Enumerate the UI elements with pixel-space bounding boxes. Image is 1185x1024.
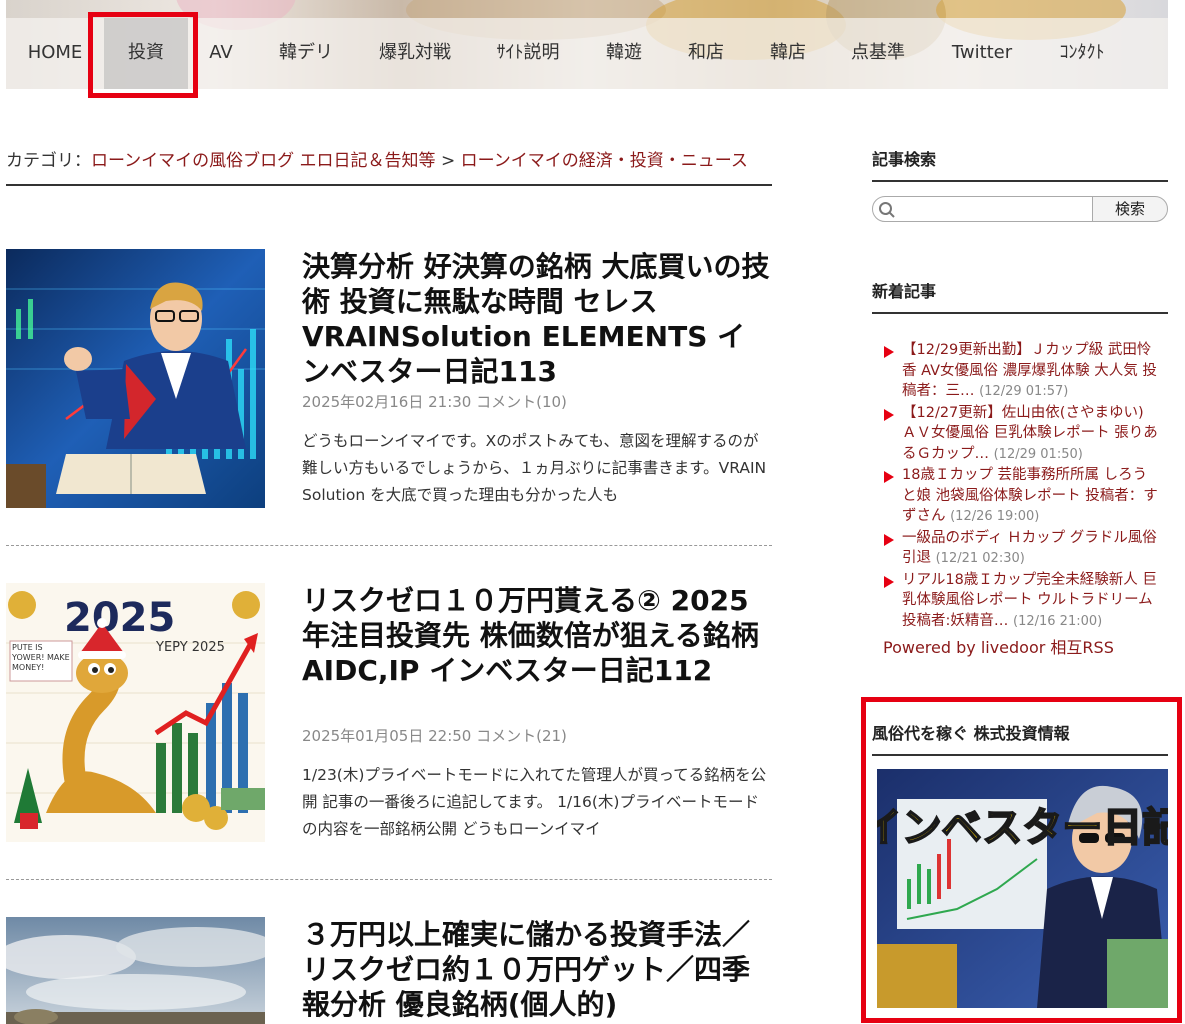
new-post-item[interactable]: リアル18歳Ｉカップ完全未経験新人 巨乳体験風俗レポート ウルトラドリーム 投稿…	[880, 570, 1160, 633]
new-post-item[interactable]: 【12/27更新】佐山由依(さやまゆい) ＡＶ女優風俗 巨乳体験レポート 張りあ…	[880, 403, 1160, 466]
article-meta: 2025年01月05日 22:50 コメント(21)	[302, 727, 567, 745]
article-excerpt: 1/23(木)プライベートモードに入れてた管理人が買ってる銘柄を公開 記事の一番…	[302, 766, 767, 838]
nav-kanmise[interactable]: 韓店	[748, 18, 828, 89]
nav-site-info[interactable]: ｻｲﾄ説明	[472, 18, 584, 89]
new-posts-list: 【12/29更新出勤】Ｊカップ級 武田怜香 AV女優風俗 濃厚爆乳体験 大人気 …	[880, 340, 1160, 632]
new-post-item[interactable]: 【12/29更新出勤】Ｊカップ級 武田怜香 AV女優風俗 濃厚爆乳体験 大人気 …	[880, 340, 1160, 403]
article-thumbnail[interactable]: 2025 PUTE IS YOWER! MAKE MONEY! YEPY 202…	[6, 583, 265, 842]
bullet-triangle-icon	[884, 575, 894, 588]
nav-bakunyu[interactable]: 爆乳対戦	[358, 18, 472, 89]
search-icon	[879, 202, 895, 218]
article-meta: 2025年02月16日 21:30 コメント(10)	[302, 393, 567, 411]
article-card: ３万円以上確実に儲かる投資手法／リスクゼロ約１０万円ゲット／四季報分析 優良銘柄…	[6, 917, 772, 1024]
article-divider	[6, 879, 772, 880]
investor-diary-banner-image: インベスター日記	[877, 769, 1168, 1008]
bullet-triangle-icon	[884, 533, 894, 546]
article-thumbnail[interactable]	[6, 249, 265, 508]
nav-av[interactable]: AV	[188, 18, 254, 89]
nav-kandeli[interactable]: 韓デリ	[254, 18, 358, 89]
bullet-triangle-icon	[884, 346, 894, 358]
thumb-year-text: 2025	[64, 595, 175, 641]
new-post-item[interactable]: 18歳Ｉカップ 芸能事務所所属 しろうと娘 池袋風俗体験レポート 投稿者：すずさ…	[880, 465, 1160, 528]
new-post-date: (12/29 01:57)	[979, 384, 1069, 399]
powered-by-link[interactable]: Powered by livedoor 相互RSS	[883, 634, 1114, 658]
breadcrumb-prefix: カテゴリ：	[6, 151, 91, 171]
breadcrumb-parent-link[interactable]: ローンイマイの風俗ブログ エロ日記＆告知等	[91, 151, 436, 171]
nav-kanyu[interactable]: 韓遊	[584, 18, 664, 89]
new-post-date: (12/16 21:00)	[1013, 613, 1103, 629]
nav-investment[interactable]: 投資	[104, 18, 188, 89]
breadcrumb: カテゴリ：ローンイマイの風俗ブログ エロ日記＆告知等 > ローンイマイの経済・投…	[6, 146, 772, 186]
article-title[interactable]: リスクゼロ１０万円貰える② 2025年注目投資先 株価数倍が狙える銘柄 AIDC…	[302, 583, 772, 688]
thumb-sign-text: PUTE IS YOWER! MAKE MONEY!	[12, 643, 70, 672]
bullet-triangle-icon	[884, 471, 894, 483]
new-post-date: (12/29 01:50)	[993, 446, 1083, 462]
nav-wamise[interactable]: 和店	[664, 18, 748, 89]
thumb-tag-text: YEPY 2025	[155, 640, 225, 655]
article-divider	[6, 545, 772, 546]
investor-illustration-image	[6, 249, 265, 508]
search-widget-title: 記事検索	[872, 146, 1168, 182]
new-posts-title: 新着記事	[872, 278, 1168, 314]
sky-landscape-image	[6, 917, 265, 1024]
breadcrumb-current-link[interactable]: ローンイマイの経済・投資・ニュース	[461, 151, 748, 171]
article-thumbnail[interactable]	[6, 917, 265, 1024]
article-title[interactable]: ３万円以上確実に儲かる投資手法／リスクゼロ約１０万円ゲット／四季報分析 優良銘柄…	[302, 917, 772, 1022]
article-title[interactable]: 決算分析 好決算の銘柄 大底買いの技術 投資に無駄な時間 セレス VRAINSo…	[302, 249, 772, 389]
nav-home[interactable]: HOME	[6, 18, 104, 89]
search-button[interactable]: 検索	[1092, 196, 1168, 222]
banner-text: インベスター日記	[877, 805, 1168, 851]
nav-twitter[interactable]: Twitter	[928, 18, 1036, 89]
new-post-date: (12/21 02:30)	[935, 551, 1025, 566]
breadcrumb-separator: >	[435, 151, 461, 171]
investment-widget-title: 風俗代を稼ぐ 株式投資情報	[872, 720, 1168, 756]
article-excerpt: どうもローンイマイです。Xのポストみても、意図を理解するのが難しい方もいるでしょ…	[302, 432, 767, 504]
article-card: 2025 PUTE IS YOWER! MAKE MONEY! YEPY 202…	[6, 583, 772, 843]
search-input[interactable]	[872, 196, 1094, 222]
new-post-date: (12/26 19:00)	[950, 509, 1040, 524]
nav-contact[interactable]: ｺﾝﾀｸﾄ	[1036, 18, 1128, 89]
new-year-snake-image: 2025 PUTE IS YOWER! MAKE MONEY! YEPY 202…	[6, 583, 265, 842]
nav-score-criteria[interactable]: 点基準	[828, 18, 928, 89]
investor-diary-banner[interactable]: インベスター日記	[877, 769, 1168, 1008]
article-card: 決算分析 好決算の銘柄 大底買いの技術 投資に無駄な時間 セレス VRAINSo…	[6, 249, 772, 509]
new-post-item[interactable]: 一級品のボディ Ｈカップ グラドル風俗引退 (12/21 02:30)	[880, 528, 1160, 570]
bullet-triangle-icon	[884, 408, 894, 421]
